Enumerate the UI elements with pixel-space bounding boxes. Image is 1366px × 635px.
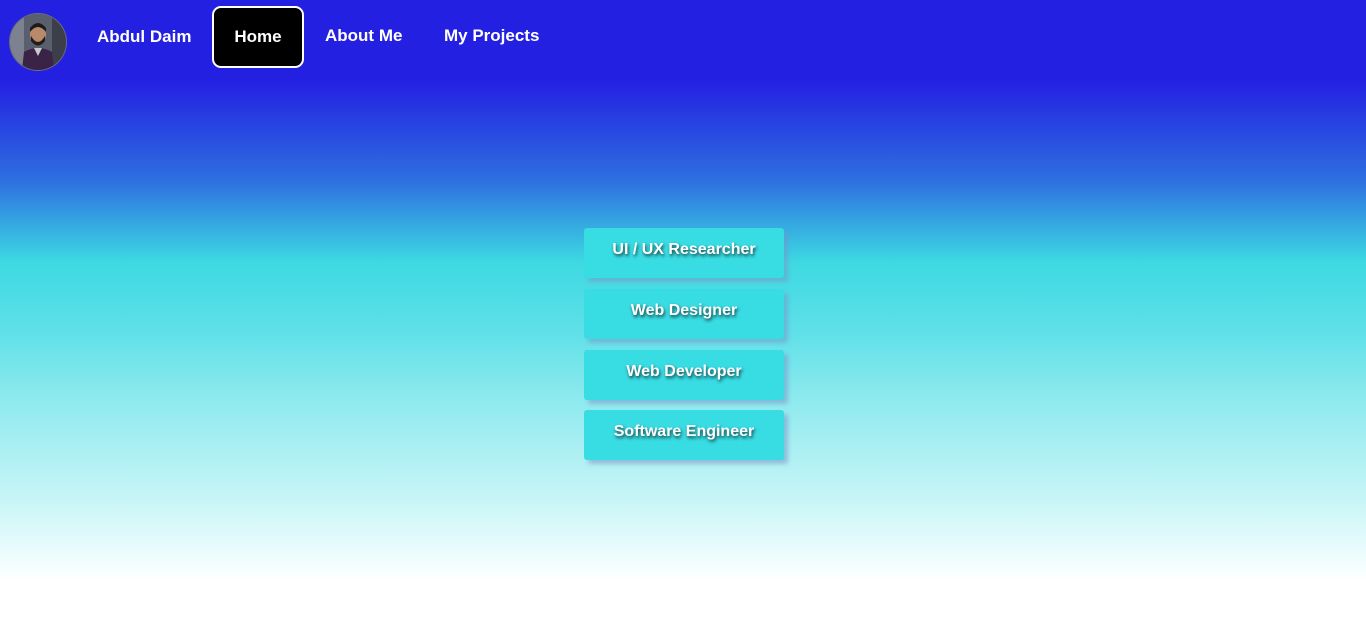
- role-label: Web Designer: [630, 302, 738, 319]
- profile-avatar[interactable]: [10, 14, 66, 70]
- profile-photo-icon: [10, 14, 66, 70]
- role-card-ui-ux-researcher: UI / UX Researcher: [584, 228, 784, 278]
- nav-about-link[interactable]: About Me: [325, 26, 402, 46]
- role-label: Software Engineer: [613, 423, 755, 440]
- role-label: Web Developer: [626, 363, 742, 380]
- role-card-software-engineer: Software Engineer: [584, 410, 784, 460]
- navbar: Abdul Daim Home About Me My Projects: [0, 0, 1366, 76]
- brand-name-link[interactable]: Abdul Daim: [97, 27, 191, 47]
- role-label: UI / UX Researcher: [612, 241, 756, 258]
- nav-home-button[interactable]: Home: [212, 6, 304, 68]
- role-card-web-developer: Web Developer: [584, 350, 784, 400]
- role-card-web-designer: Web Designer: [584, 289, 784, 339]
- nav-projects-link[interactable]: My Projects: [444, 26, 539, 46]
